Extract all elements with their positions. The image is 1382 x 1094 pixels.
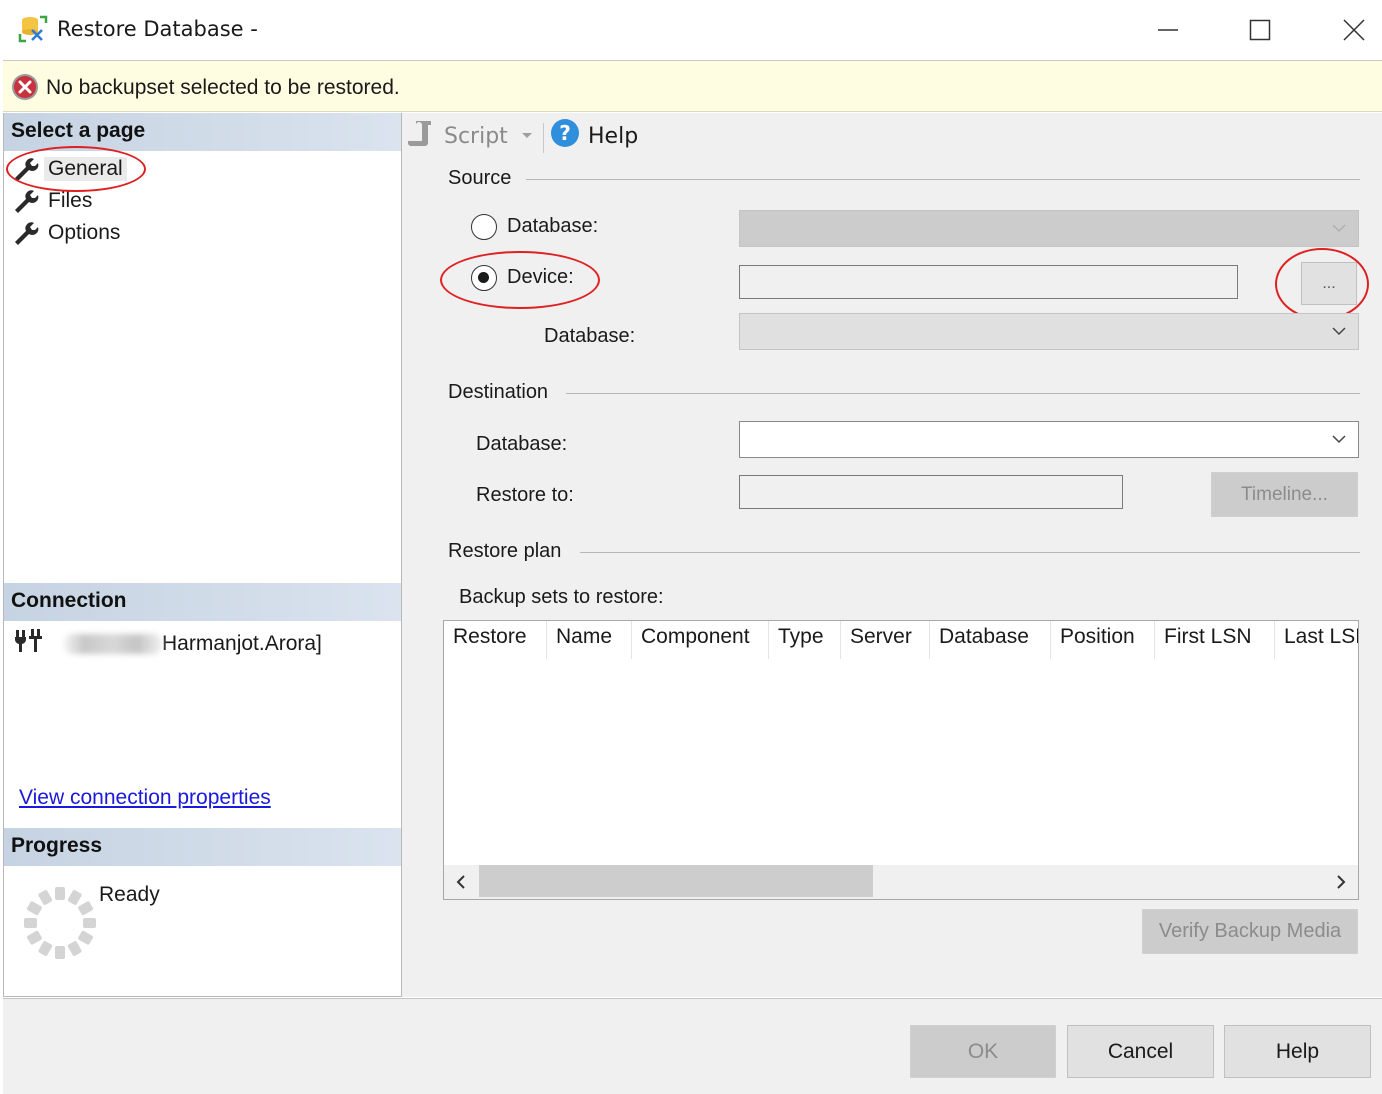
- help-button[interactable]: Help: [1224, 1025, 1371, 1078]
- page-item-label: General: [44, 157, 127, 181]
- progress-status: Ready: [99, 883, 160, 906]
- window-title: Restore Database -: [57, 17, 258, 41]
- chevron-down-icon: [1332, 434, 1346, 443]
- column-header-restore[interactable]: Restore: [444, 621, 547, 659]
- device-database-combo[interactable]: [739, 313, 1359, 350]
- column-header-server[interactable]: Server: [841, 621, 930, 659]
- toolbar: Script ? Help: [402, 113, 1382, 159]
- error-icon: [11, 73, 39, 101]
- view-connection-properties-link[interactable]: View connection properties: [19, 786, 271, 810]
- timeline-button[interactable]: Timeline...: [1211, 472, 1358, 517]
- column-header-database[interactable]: Database: [930, 621, 1051, 659]
- device-path-input[interactable]: [739, 265, 1238, 299]
- chevron-down-icon: [1332, 326, 1346, 335]
- column-header-component[interactable]: Component: [632, 621, 769, 659]
- source-header: Source: [448, 167, 512, 189]
- chevron-left-icon: [456, 875, 465, 889]
- left-pane: Select a page General Files Options Conn…: [3, 113, 402, 997]
- source-database-combo[interactable]: [739, 210, 1359, 247]
- source-database-radio[interactable]: [471, 214, 497, 240]
- progress-header: Progress: [4, 828, 401, 866]
- connection-header: Connection: [4, 583, 401, 621]
- script-button[interactable]: Script: [408, 119, 508, 153]
- page-item-label: Options: [48, 221, 121, 244]
- backup-sets-label: Backup sets to restore:: [459, 586, 664, 608]
- help-icon: ?: [550, 118, 580, 154]
- connection-info: Harmanjot.Arora]: [14, 628, 322, 660]
- cancel-button[interactable]: Cancel: [1067, 1025, 1214, 1078]
- horizontal-scrollbar[interactable]: [444, 865, 1358, 899]
- source-database-radio-label: Database:: [507, 215, 599, 237]
- error-message: No backupset selected to be restored.: [46, 76, 400, 99]
- source-device-radio-label: Device:: [507, 266, 574, 288]
- column-header-type[interactable]: Type: [769, 621, 841, 659]
- verify-backup-media-button[interactable]: Verify Backup Media: [1142, 909, 1358, 954]
- device-database-label: Database:: [544, 325, 636, 347]
- scroll-left-button[interactable]: [444, 865, 478, 899]
- help-toolbar-button[interactable]: ? Help: [550, 119, 638, 153]
- wrench-icon: [12, 220, 40, 246]
- destination-database-label: Database:: [476, 433, 568, 455]
- select-page-header: Select a page: [4, 113, 401, 151]
- restore-to-label: Restore to:: [476, 484, 574, 506]
- connection-user: Harmanjot.Arora]: [162, 632, 322, 655]
- dialog-footer: OK Cancel Help: [3, 998, 1382, 1094]
- chevron-down-icon: [1332, 223, 1346, 232]
- scroll-right-button[interactable]: [1324, 865, 1358, 899]
- restore-plan-header: Restore plan: [448, 540, 562, 562]
- minimize-button[interactable]: [1145, 10, 1191, 50]
- close-button[interactable]: [1331, 10, 1377, 50]
- restore-plan-divider: [580, 552, 1360, 553]
- close-icon: [1343, 19, 1365, 41]
- minimize-icon: [1158, 29, 1178, 31]
- destination-divider: [566, 393, 1360, 394]
- column-header-name[interactable]: Name: [547, 621, 632, 659]
- wrench-icon: [12, 188, 40, 214]
- right-pane: Script ? Help Source Database: Device: .…: [402, 113, 1382, 997]
- script-dropdown-arrow[interactable]: [522, 133, 532, 138]
- column-header-last-lsn[interactable]: Last LSN: [1275, 621, 1358, 659]
- chevron-right-icon: [1337, 875, 1346, 889]
- destination-header: Destination: [448, 381, 549, 403]
- script-label: Script: [444, 123, 508, 149]
- grid-header-row: Restore Name Component Type Server Datab…: [444, 621, 1358, 659]
- help-label: Help: [588, 123, 639, 149]
- scrollbar-thumb[interactable]: [479, 865, 873, 897]
- restore-database-icon: [18, 14, 48, 44]
- backup-sets-grid[interactable]: Restore Name Component Type Server Datab…: [443, 620, 1359, 900]
- page-item-label: Files: [48, 189, 93, 212]
- browse-device-button[interactable]: ...: [1301, 262, 1357, 305]
- connection-plug-icon: [14, 627, 44, 661]
- maximize-icon: [1249, 19, 1271, 41]
- title-bar: Restore Database -: [0, 0, 1382, 60]
- maximize-button[interactable]: [1237, 10, 1283, 50]
- restore-to-input[interactable]: [739, 475, 1123, 509]
- svg-text:?: ?: [559, 121, 571, 145]
- column-header-first-lsn[interactable]: First LSN: [1155, 621, 1275, 659]
- redacted-server-name: [64, 634, 162, 654]
- script-icon: [408, 119, 434, 153]
- source-divider: [526, 179, 1360, 180]
- source-device-radio[interactable]: [471, 265, 497, 291]
- toolbar-separator: [543, 123, 544, 153]
- page-item-files[interactable]: Files: [12, 186, 92, 216]
- page-item-general[interactable]: General: [12, 154, 127, 184]
- page-item-options[interactable]: Options: [12, 218, 120, 248]
- error-banner: No backupset selected to be restored.: [3, 60, 1382, 112]
- destination-database-combo[interactable]: [739, 421, 1359, 458]
- column-header-position[interactable]: Position: [1051, 621, 1155, 659]
- spinner-icon: [22, 883, 98, 963]
- wrench-icon: [12, 156, 40, 182]
- ok-button[interactable]: OK: [910, 1025, 1056, 1078]
